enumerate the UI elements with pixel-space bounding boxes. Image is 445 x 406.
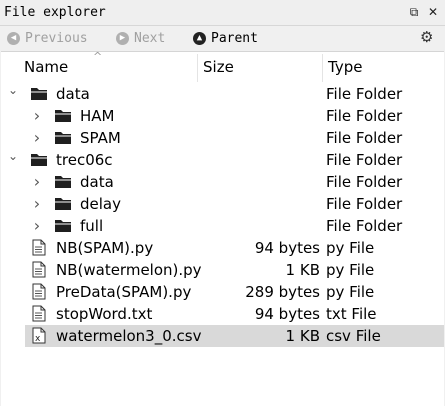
file-icon: [32, 261, 46, 282]
item-type: File Folder: [326, 173, 403, 191]
column-type[interactable]: Type: [328, 52, 362, 82]
tree-row-file[interactable]: PreData(SPAM).py 289 bytes py File: [1, 281, 444, 303]
folder-icon: [54, 174, 72, 193]
forward-arrow-icon: ▶: [116, 31, 129, 45]
file-icon: [32, 305, 46, 326]
item-type: File Folder: [326, 85, 403, 103]
item-type: py File: [326, 239, 375, 257]
item-name: delay: [80, 195, 121, 213]
file-icon: [32, 239, 46, 260]
window-title: File explorer: [4, 5, 106, 20]
item-name: SPAM: [80, 129, 121, 147]
item-name: trec06c: [56, 151, 113, 169]
expand-chevron-icon[interactable]: ›: [31, 218, 43, 234]
previous-label: Previous: [25, 30, 88, 46]
item-type: File Folder: [326, 107, 403, 125]
item-size: 94 bytes: [254, 305, 320, 323]
column-divider[interactable]: [322, 54, 323, 82]
tree-row-folder[interactable]: ⌄ trec06c File Folder: [1, 149, 444, 171]
folder-icon: [54, 196, 72, 215]
column-header: ^ Name Size Type: [1, 50, 444, 82]
tree-row-folder[interactable]: › SPAM File Folder: [1, 127, 444, 149]
tree-row-file[interactable]: NB(watermelon).py 1 KB py File: [1, 259, 444, 281]
tree-row-folder[interactable]: › data File Folder: [1, 171, 444, 193]
next-button[interactable]: ▶ Next: [116, 29, 165, 47]
folder-icon: [54, 108, 72, 127]
previous-button[interactable]: ◀ Previous: [7, 29, 88, 47]
tree-row-folder[interactable]: ⌄ data File Folder: [1, 83, 444, 105]
tree-row-file[interactable]: x watermelon3_0.csv 1 KB csv File: [25, 325, 444, 347]
item-name: NB(SPAM).py: [56, 239, 154, 257]
collapse-chevron-icon[interactable]: ⌄: [7, 148, 19, 164]
parent-button[interactable]: ▲ Parent: [193, 29, 258, 47]
item-name: NB(watermelon).py: [56, 261, 202, 279]
item-size: 289 bytes: [245, 283, 320, 301]
tree-row-file[interactable]: stopWord.txt 94 bytes txt File: [1, 303, 444, 325]
item-name: stopWord.txt: [56, 305, 153, 323]
file-icon: [32, 283, 46, 304]
item-name: full: [80, 217, 104, 235]
item-type: py File: [326, 261, 375, 279]
close-icon[interactable]: ✕: [425, 3, 441, 21]
title-bar: File explorer ⧉ ✕: [0, 0, 445, 26]
folder-icon: [30, 152, 48, 171]
column-divider[interactable]: [197, 54, 198, 82]
up-arrow-icon: ▲: [193, 31, 206, 45]
item-size: 1 KB: [285, 327, 320, 345]
collapse-chevron-icon[interactable]: ⌄: [7, 82, 19, 98]
sort-indicator-icon: ^: [93, 50, 103, 63]
navigation-toolbar: ◀ Previous ▶ Next ▲ Parent: [0, 26, 445, 50]
item-type: File Folder: [326, 151, 403, 169]
tree-row-folder[interactable]: › HAM File Folder: [1, 105, 444, 127]
expand-chevron-icon[interactable]: ›: [31, 108, 43, 124]
item-name: watermelon3_0.csv: [56, 327, 202, 345]
column-size[interactable]: Size: [203, 52, 234, 82]
tree-row-folder[interactable]: › delay File Folder: [1, 193, 444, 215]
file-tree-panel[interactable]: ^ Name Size Type ⌄ data File Folder › HAM Fil…: [1, 50, 444, 406]
undock-icon[interactable]: ⧉: [406, 3, 422, 21]
folder-icon: [54, 218, 72, 237]
svg-text:x: x: [35, 334, 41, 344]
item-type: File Folder: [326, 129, 403, 147]
item-name: PreData(SPAM).py: [56, 283, 192, 301]
gear-icon[interactable]: ⚙: [420, 28, 433, 46]
expand-chevron-icon[interactable]: ›: [31, 196, 43, 212]
item-name: data: [80, 173, 114, 191]
item-name: data: [56, 85, 90, 103]
item-type: txt File: [326, 305, 377, 323]
item-type: File Folder: [326, 195, 403, 213]
folder-icon: [54, 130, 72, 149]
item-size: 1 KB: [285, 261, 320, 279]
back-arrow-icon: ◀: [7, 31, 20, 45]
item-type: csv File: [326, 327, 381, 345]
item-size: 94 bytes: [254, 239, 320, 257]
csv-file-icon: x: [32, 327, 46, 348]
expand-chevron-icon[interactable]: ›: [31, 174, 43, 190]
tree-row-file[interactable]: NB(SPAM).py 94 bytes py File: [1, 237, 444, 259]
item-name: HAM: [80, 107, 115, 125]
tree-row-folder[interactable]: › full File Folder: [1, 215, 444, 237]
item-type: py File: [326, 283, 375, 301]
folder-icon: [30, 86, 48, 105]
expand-chevron-icon[interactable]: ›: [31, 130, 43, 146]
file-explorer-window: File explorer ⧉ ✕ ◀ Previous ▶ Next ▲ Pa…: [0, 0, 445, 406]
next-label: Next: [134, 30, 166, 46]
item-type: File Folder: [326, 217, 403, 235]
parent-label: Parent: [211, 30, 258, 46]
column-name[interactable]: Name: [24, 52, 68, 82]
